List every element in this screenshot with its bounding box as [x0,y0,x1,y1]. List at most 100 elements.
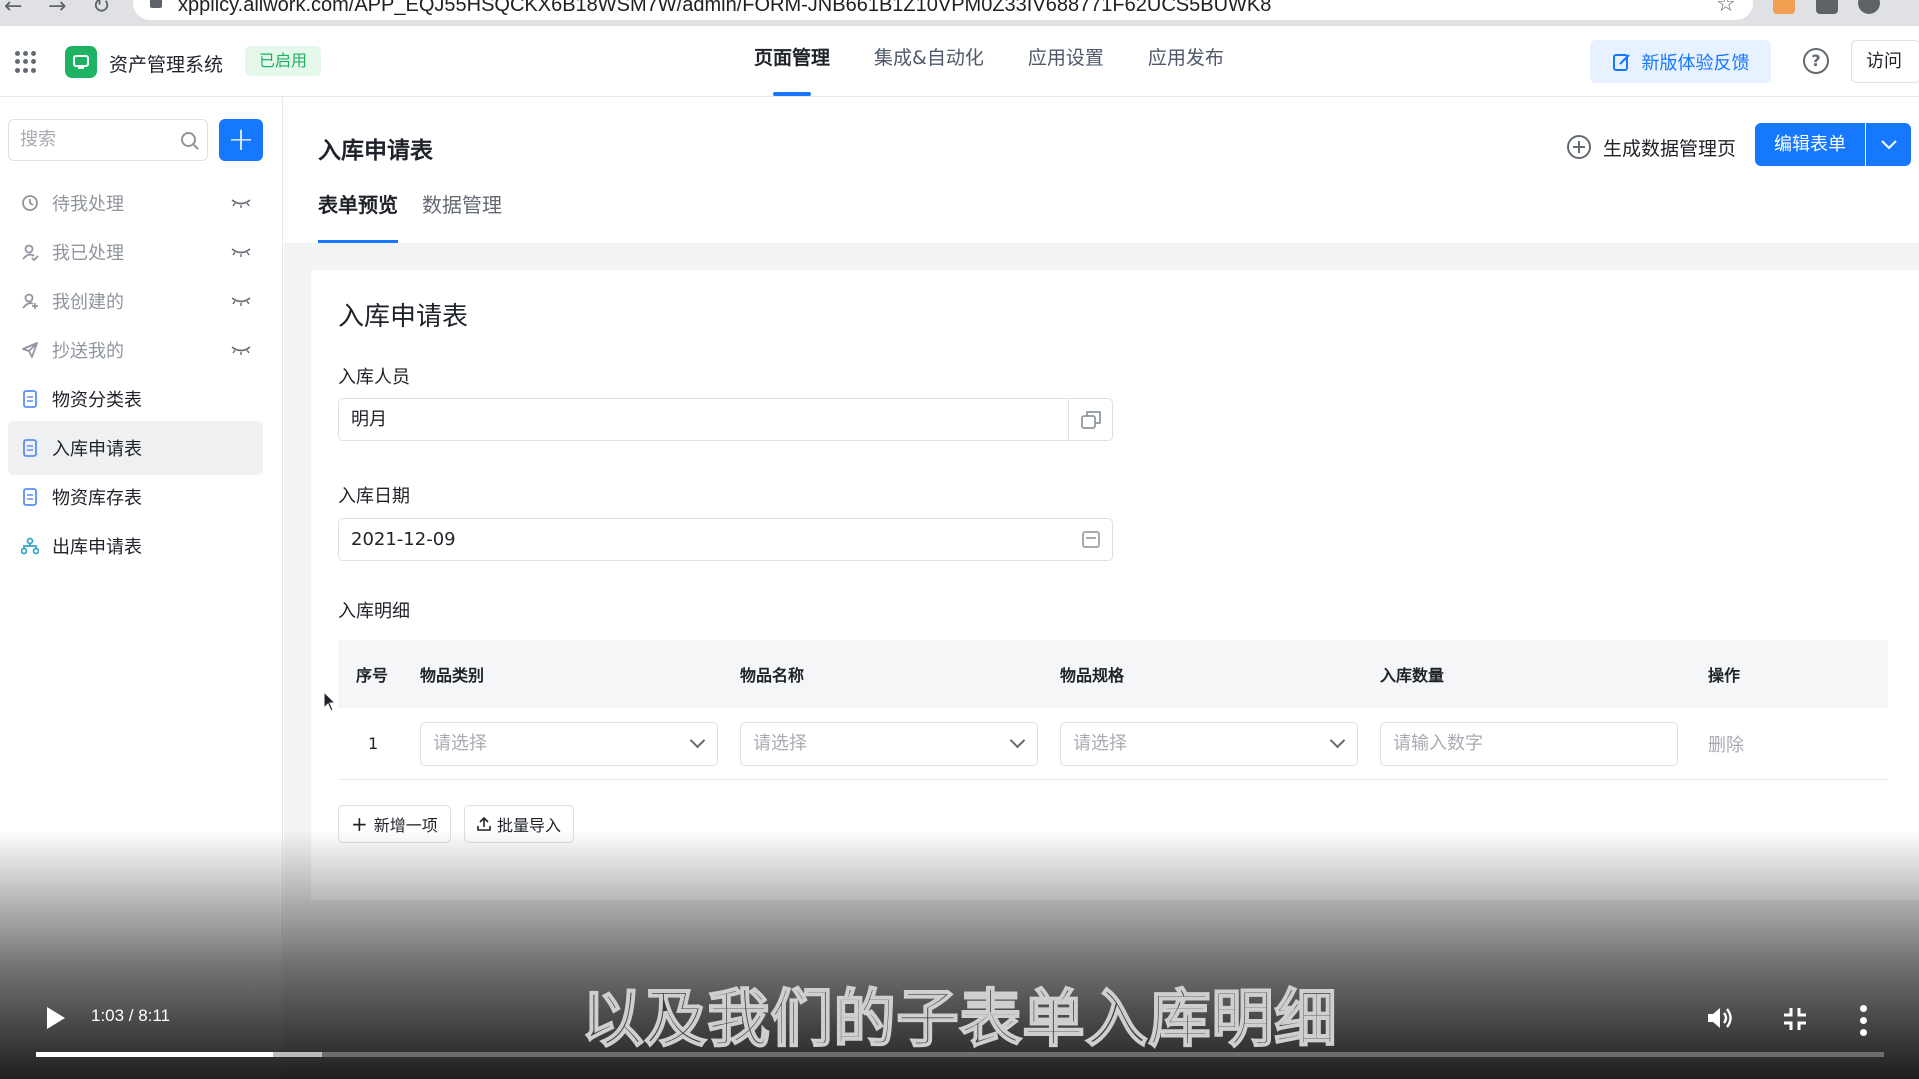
exit-fullscreen-icon[interactable] [1782,1006,1808,1032]
search-input[interactable] [20,120,180,158]
upload-icon [477,817,491,831]
eye-hidden-icon[interactable] [231,247,251,257]
app-header: 资产管理系统 已启用 页面管理 集成&自动化 应用设置 应用发布 新版体验反馈 … [0,26,1919,97]
sidebar-item-outbound-request[interactable]: 出库申请表 [8,519,263,573]
eye-hidden-icon[interactable] [231,345,251,355]
table-row: 1 请选择 请选择 请选择 请输入数字 删除 [338,708,1888,780]
header-category: 物品类别 [420,666,485,685]
header-spec: 物品规格 [1060,666,1125,685]
tab-page-management[interactable]: 页面管理 [732,26,852,96]
calendar-icon[interactable] [1082,531,1100,548]
sidebar-item-cc[interactable]: 抄送我的 [8,323,263,377]
more-options-icon[interactable] [1860,1005,1868,1036]
document-icon [20,487,40,507]
tab-data-management[interactable]: 数据管理 [422,189,502,243]
forward-icon[interactable]: → [48,0,66,19]
eye-hidden-icon[interactable] [231,198,251,208]
back-icon[interactable]: ← [4,0,22,19]
profile-icon[interactable] [1858,0,1880,14]
date-value: 2021-12-09 [351,529,456,550]
reload-icon[interactable]: ↻ [92,0,110,19]
chevron-down-icon [1009,732,1026,748]
extension-icon[interactable] [1773,0,1795,14]
progress-played [36,1052,273,1057]
field-label-date: 入库日期 [338,486,410,507]
generate-data-page-button[interactable]: 生成数据管理页 [1567,129,1736,165]
header-quantity: 入库数量 [1380,666,1445,685]
table-header: 序号 物品类别 物品名称 物品规格 入库数量 操作 [338,640,1888,708]
eye-hidden-icon[interactable] [231,296,251,306]
delete-row-link[interactable]: 删除 [1708,735,1744,756]
status-badge: 已启用 [245,46,322,76]
document-icon [20,438,40,458]
staff-field[interactable]: 明月 [338,398,1113,441]
help-icon[interactable]: ? [1803,48,1829,74]
category-cell: 请选择 [418,721,738,766]
spec-placeholder: 请选择 [1073,732,1127,754]
add-page-button[interactable]: + [219,119,263,161]
search-icon[interactable] [181,132,196,147]
search-box [8,119,208,161]
sidebar-item-created[interactable]: 我创建的 [8,274,263,328]
visit-button[interactable]: 访问 [1851,40,1919,83]
video-time: 1:03 / 8:11 [91,1006,171,1025]
lock-icon [150,0,162,8]
plus-circle-icon [1567,135,1591,159]
mouse-cursor-icon [323,691,337,712]
form-card: 入库申请表 入库人员 明月 入库日期 2021-12-09 入库明细 序号 物品… [311,270,1919,900]
name-select[interactable]: 请选择 [740,721,1038,766]
quantity-input[interactable]: 请输入数字 [1380,721,1678,766]
send-icon [20,340,40,360]
puzzle-icon[interactable] [1816,0,1838,14]
header-action: 操作 [1708,666,1741,685]
name-cell: 请选择 [738,721,1058,766]
user-check-icon [20,242,40,262]
tab-form-preview[interactable]: 表单预览 [318,189,398,243]
spec-select[interactable]: 请选择 [1060,721,1358,766]
action-cell: 删除 [1698,731,1888,757]
chevron-down-icon [1880,139,1897,149]
play-icon[interactable] [47,1007,65,1029]
member-select-icon[interactable] [1068,399,1112,440]
tab-app-publish[interactable]: 应用发布 [1126,26,1246,96]
sub-tabs: 表单预览 数据管理 [318,189,502,243]
url-text[interactable]: xpplicy.aliwork.com/APP_EQJ55HSQCKX6B18W… [178,0,1271,17]
volume-icon[interactable] [1706,1004,1736,1032]
quantity-cell: 请输入数字 [1378,721,1698,766]
chevron-down-icon [689,732,706,748]
edit-form-dropdown[interactable] [1866,123,1911,166]
form-title: 入库申请表 [338,302,469,332]
date-field[interactable]: 2021-12-09 [338,518,1113,561]
sidebar-item-inventory[interactable]: 物资库存表 [8,470,263,524]
sidebar-item-label: 待我处理 [52,194,124,215]
generate-label: 生成数据管理页 [1603,137,1737,160]
edit-note-icon [1612,53,1630,71]
sidebar-item-label: 抄送我的 [52,341,124,362]
name-placeholder: 请选择 [753,732,807,754]
spec-cell: 请选择 [1058,721,1378,766]
staff-value: 明月 [351,409,387,430]
page-title: 入库申请表 [318,138,433,164]
sidebar-item-pending[interactable]: 待我处理 [8,176,263,230]
app-grid-icon[interactable] [15,51,37,73]
row-seq: 1 [368,734,379,753]
app-name[interactable]: 资产管理系统 [109,50,223,77]
category-select[interactable]: 请选择 [420,721,718,766]
sidebar-item-material-category[interactable]: 物资分类表 [8,372,263,426]
sidebar-item-processed[interactable]: 我已处理 [8,225,263,279]
sidebar-item-label: 入库申请表 [52,439,142,460]
video-progress-bar[interactable] [36,1052,1884,1057]
tab-app-settings[interactable]: 应用设置 [1006,26,1126,96]
edit-form-button[interactable]: 编辑表单 [1755,123,1865,166]
browser-toolbar: ← → ↻ xpplicy.aliwork.com/APP_EQJ55HSQCK… [0,0,1919,26]
sidebar-item-label: 物资分类表 [52,390,142,411]
sidebar-item-inbound-request[interactable]: 入库申请表 [8,421,263,475]
tab-integration-automation[interactable]: 集成&自动化 [852,26,1006,96]
flow-icon [20,536,40,556]
sidebar-item-label: 物资库存表 [52,488,142,509]
feedback-button[interactable]: 新版体验反馈 [1590,40,1771,83]
video-subtitle: 以及我们的子表单入库明细 [580,981,1338,1056]
bookmark-star-icon[interactable]: ☆ [1716,0,1736,17]
feedback-label: 新版体验反馈 [1641,52,1750,74]
sidebar-item-label: 我已处理 [52,243,124,264]
